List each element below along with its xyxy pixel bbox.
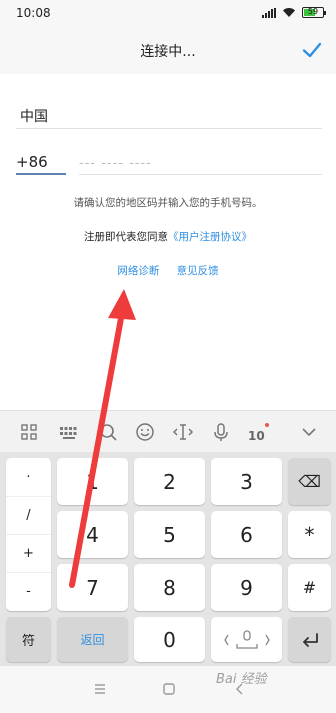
home-icon[interactable] [160, 680, 178, 698]
symbol-key-dot[interactable]: · [6, 458, 51, 496]
feedback-link[interactable]: 意见反馈 [177, 265, 219, 277]
terms-text: 注册即代表您同意《用户注册协议》 [0, 229, 336, 244]
status-icons: 59 [262, 7, 326, 18]
status-time: 10:08 [16, 6, 51, 20]
terms-link[interactable]: 《用户注册协议》 [168, 231, 252, 243]
country-code-field[interactable]: +86 [16, 153, 48, 171]
key-6[interactable]: 6 [211, 511, 282, 558]
status-bar: 10:08 59 [0, 0, 336, 30]
confirm-check-icon[interactable] [300, 38, 324, 62]
phone-number-input[interactable] [79, 152, 319, 174]
xiaomi-ime-icon[interactable]: 10 [247, 421, 269, 443]
symbols-key[interactable]: 符 [6, 617, 51, 662]
phone-underline [79, 174, 322, 175]
menu-icon[interactable] [91, 680, 109, 698]
numeric-keyboard: · / + - 1 2 3 ⌫ 4 5 6 * 7 8 9 # 符 返回 0 [0, 452, 336, 666]
enter-key[interactable] [288, 617, 331, 662]
space-mic-icon [223, 629, 270, 649]
key-8[interactable]: 8 [134, 564, 205, 611]
network-diagnosis-link[interactable]: 网络诊断 [117, 265, 159, 277]
key-9[interactable]: 9 [211, 564, 282, 611]
battery-percent: 59 [307, 7, 319, 16]
backspace-key[interactable]: ⌫ [288, 458, 331, 505]
country-code-underline [16, 173, 66, 175]
symbol-key-plus[interactable]: + [6, 534, 51, 572]
keyboard-icon[interactable] [58, 421, 80, 443]
key-0[interactable]: 0 [134, 617, 205, 662]
battery-icon: 59 [302, 7, 326, 18]
terms-prefix: 注册即代表您同意 [84, 231, 168, 243]
hash-key[interactable]: # [288, 564, 331, 611]
emoji-icon[interactable] [134, 421, 156, 443]
microphone-icon[interactable] [210, 421, 232, 443]
ime-toolbar: 10 [0, 410, 336, 452]
wifi-icon [283, 8, 295, 17]
symbol-column: · / + - [6, 458, 51, 611]
key-4[interactable]: 4 [57, 511, 128, 558]
page-title: 连接中... [140, 44, 196, 60]
collapse-keyboard-icon[interactable] [298, 421, 320, 443]
key-5[interactable]: 5 [134, 511, 205, 558]
space-key[interactable] [211, 617, 282, 662]
signal-icon [262, 7, 276, 18]
phone-hint-text: 请确认您的地区码并输入您的手机号码。 [73, 197, 263, 209]
symbol-key-minus[interactable]: - [6, 572, 51, 610]
navigation-bar [0, 666, 336, 713]
grid-icon[interactable] [18, 421, 40, 443]
help-links: 网络诊断 意见反馈 [0, 263, 336, 278]
key-1[interactable]: 1 [57, 458, 128, 505]
enter-icon [302, 632, 318, 647]
key-2[interactable]: 2 [134, 458, 205, 505]
country-underline [16, 128, 322, 129]
key-3[interactable]: 3 [211, 458, 282, 505]
title-bar: 连接中... [0, 30, 336, 74]
key-7[interactable]: 7 [57, 564, 128, 611]
symbol-key-slash[interactable]: / [6, 496, 51, 534]
watermark-text: Bai 经验 [216, 672, 267, 687]
cursor-icon[interactable] [172, 421, 194, 443]
country-selector[interactable]: 中国 [20, 106, 48, 126]
asterisk-key[interactable]: * [288, 511, 331, 558]
login-form: 中国 +86 请确认您的地区码并输入您的手机号码。 注册即代表您同意《用户注册协… [0, 74, 336, 410]
search-icon[interactable] [97, 421, 119, 443]
ime-badge: 10 [248, 429, 265, 443]
return-key[interactable]: 返回 [57, 617, 128, 662]
